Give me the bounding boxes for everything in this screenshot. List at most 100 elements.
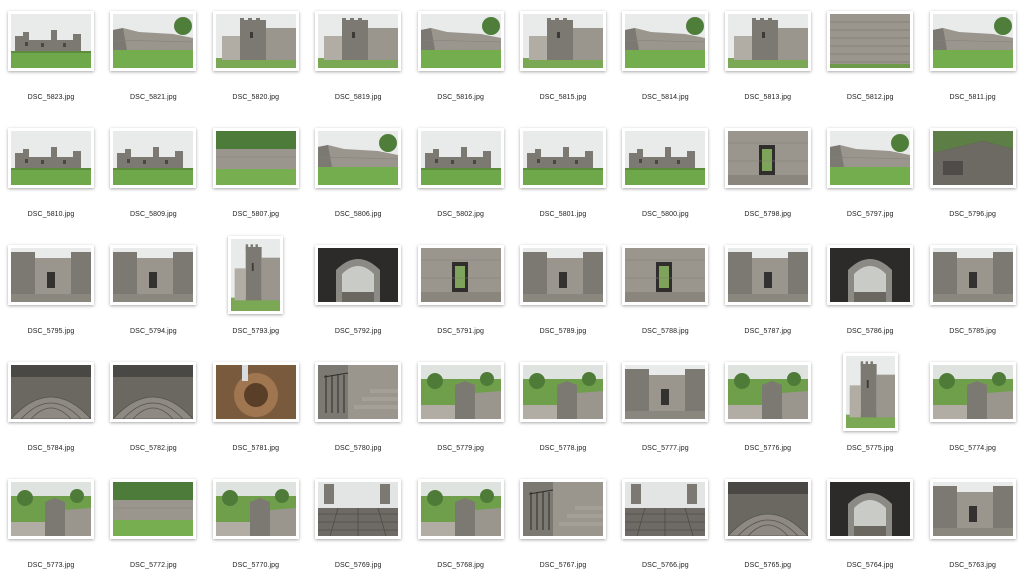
file-name-label[interactable]: DSC_5813.jpg [717,94,819,101]
image-thumbnail[interactable] [929,128,1016,188]
file-item[interactable]: DSC_5763.jpg [922,470,1024,587]
file-name-label[interactable]: DSC_5806.jpg [307,211,409,218]
image-thumbnail[interactable] [110,128,197,188]
file-item[interactable]: DSC_5773.jpg [0,470,102,587]
image-thumbnail[interactable] [827,245,914,305]
image-thumbnail[interactable] [315,11,402,71]
file-name-label[interactable]: DSC_5763.jpg [922,562,1024,569]
file-name-label[interactable]: DSC_5786.jpg [819,328,921,335]
image-thumbnail[interactable] [417,245,504,305]
file-name-label[interactable]: DSC_5788.jpg [614,328,716,335]
file-item[interactable]: DSC_5788.jpg [614,236,716,353]
file-item[interactable]: DSC_5776.jpg [717,353,819,470]
file-name-label[interactable]: DSC_5809.jpg [102,211,204,218]
file-item[interactable]: DSC_5794.jpg [102,236,204,353]
file-item[interactable]: DSC_5821.jpg [102,2,204,119]
image-thumbnail[interactable] [827,479,914,539]
image-thumbnail[interactable] [8,245,94,305]
file-name-label[interactable]: DSC_5801.jpg [512,211,614,218]
image-thumbnail[interactable] [417,479,504,539]
file-item[interactable]: DSC_5802.jpg [410,119,512,236]
file-name-label[interactable]: DSC_5784.jpg [0,445,102,452]
file-item[interactable]: DSC_5767.jpg [512,470,614,587]
image-thumbnail[interactable] [724,479,811,539]
file-item[interactable]: DSC_5798.jpg [717,119,819,236]
file-name-label[interactable]: DSC_5811.jpg [922,94,1024,101]
image-thumbnail[interactable] [622,245,709,305]
file-item[interactable]: DSC_5816.jpg [410,2,512,119]
image-thumbnail[interactable] [842,353,898,431]
file-name-label[interactable]: DSC_5789.jpg [512,328,614,335]
file-item[interactable]: DSC_5796.jpg [922,119,1024,236]
file-item[interactable]: DSC_5766.jpg [614,470,716,587]
image-thumbnail[interactable] [622,128,709,188]
image-thumbnail[interactable] [929,362,1016,422]
file-name-label[interactable]: DSC_5777.jpg [614,445,716,452]
file-name-label[interactable]: DSC_5779.jpg [410,445,512,452]
file-item[interactable]: DSC_5795.jpg [0,236,102,353]
image-thumbnail[interactable] [622,11,709,71]
file-item[interactable]: DSC_5812.jpg [819,2,921,119]
file-name-label[interactable]: DSC_5770.jpg [205,562,307,569]
image-thumbnail[interactable] [520,245,606,305]
file-item[interactable]: DSC_5807.jpg [205,119,307,236]
image-thumbnail[interactable] [520,362,606,422]
file-item[interactable]: DSC_5787.jpg [717,236,819,353]
file-name-label[interactable]: DSC_5785.jpg [922,328,1024,335]
file-name-label[interactable]: DSC_5796.jpg [922,211,1024,218]
file-item[interactable]: DSC_5811.jpg [922,2,1024,119]
file-name-label[interactable]: DSC_5772.jpg [102,562,204,569]
image-thumbnail[interactable] [8,11,94,71]
file-item[interactable]: DSC_5814.jpg [614,2,716,119]
image-thumbnail[interactable] [212,479,299,539]
file-item[interactable]: DSC_5780.jpg [307,353,409,470]
file-name-label[interactable]: DSC_5773.jpg [0,562,102,569]
file-item[interactable]: DSC_5769.jpg [307,470,409,587]
file-item[interactable]: DSC_5778.jpg [512,353,614,470]
file-item[interactable]: DSC_5797.jpg [819,119,921,236]
image-thumbnail[interactable] [724,128,811,188]
file-name-label[interactable]: DSC_5820.jpg [205,94,307,101]
image-thumbnail[interactable] [110,11,197,71]
file-name-label[interactable]: DSC_5823.jpg [0,94,102,101]
file-item[interactable]: DSC_5774.jpg [922,353,1024,470]
file-item[interactable]: DSC_5786.jpg [819,236,921,353]
file-item[interactable]: DSC_5793.jpg [205,236,307,353]
file-name-label[interactable]: DSC_5812.jpg [819,94,921,101]
file-name-label[interactable]: DSC_5775.jpg [819,445,921,452]
image-thumbnail[interactable] [724,362,811,422]
file-item[interactable]: DSC_5781.jpg [205,353,307,470]
image-thumbnail[interactable] [212,362,299,422]
file-name-label[interactable]: DSC_5782.jpg [102,445,204,452]
image-thumbnail[interactable] [417,128,504,188]
image-thumbnail[interactable] [315,128,402,188]
image-thumbnail[interactable] [315,362,402,422]
file-name-label[interactable]: DSC_5792.jpg [307,328,409,335]
image-thumbnail[interactable] [520,479,606,539]
file-item[interactable]: DSC_5770.jpg [205,470,307,587]
file-name-label[interactable]: DSC_5814.jpg [614,94,716,101]
image-thumbnail[interactable] [724,245,811,305]
image-thumbnail[interactable] [520,11,606,71]
file-item[interactable]: DSC_5789.jpg [512,236,614,353]
image-thumbnail[interactable] [315,479,402,539]
file-item[interactable]: DSC_5810.jpg [0,119,102,236]
file-name-label[interactable]: DSC_5791.jpg [410,328,512,335]
file-name-label[interactable]: DSC_5768.jpg [410,562,512,569]
file-name-label[interactable]: DSC_5794.jpg [102,328,204,335]
file-item[interactable]: DSC_5775.jpg [819,353,921,470]
image-thumbnail[interactable] [110,362,197,422]
file-item[interactable]: DSC_5765.jpg [717,470,819,587]
file-name-label[interactable]: DSC_5778.jpg [512,445,614,452]
file-item[interactable]: DSC_5813.jpg [717,2,819,119]
file-item[interactable]: DSC_5777.jpg [614,353,716,470]
file-name-label[interactable]: DSC_5793.jpg [205,328,307,335]
file-name-label[interactable]: DSC_5819.jpg [307,94,409,101]
file-name-label[interactable]: DSC_5800.jpg [614,211,716,218]
image-thumbnail[interactable] [827,11,914,71]
image-thumbnail[interactable] [827,128,914,188]
file-name-label[interactable]: DSC_5787.jpg [717,328,819,335]
file-name-label[interactable]: DSC_5798.jpg [717,211,819,218]
image-thumbnail[interactable] [228,236,284,314]
file-item[interactable]: DSC_5815.jpg [512,2,614,119]
